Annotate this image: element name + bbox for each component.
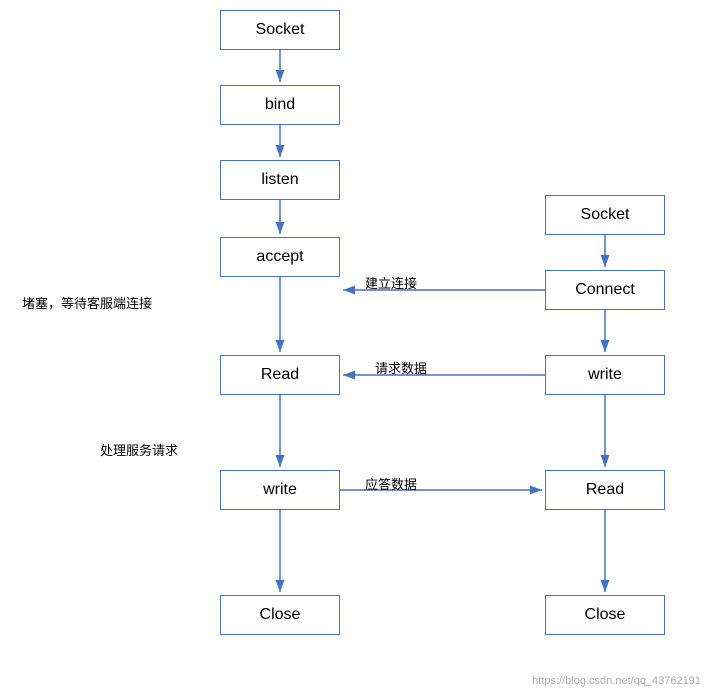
listen-box: listen [220,160,340,200]
bind-box: bind [220,85,340,125]
accept-box: accept [220,237,340,277]
socket-client-label: Socket [581,206,630,224]
read-client-label: Read [586,481,624,499]
socket-client-box: Socket [545,195,665,235]
read-server-box: Read [220,355,340,395]
socket-server-label: Socket [256,21,305,39]
write-client-box: write [545,355,665,395]
connect-label: Connect [575,281,635,299]
socket-server-box: Socket [220,10,340,50]
establish-label: 建立连接 [365,273,417,292]
write-client-label: write [588,366,622,384]
blocking-label: 堵塞，等待客服端连接 [22,293,152,312]
request-label: 请求数据 [375,358,427,377]
connect-box: Connect [545,270,665,310]
close-client-box: Close [545,595,665,635]
close-server-box: Close [220,595,340,635]
close-server-label: Close [260,606,301,624]
write-server-box: write [220,470,340,510]
read-server-label: Read [261,366,299,384]
arrows-svg [0,0,709,695]
watermark: https://blog.csdn.net/qq_43762191 [532,675,701,687]
response-label: 应答数据 [365,474,417,493]
listen-label: listen [261,171,298,189]
accept-label: accept [256,248,303,266]
diagram: Socket bind listen accept Read write Clo… [0,0,709,695]
write-server-label: write [263,481,297,499]
close-client-label: Close [585,606,626,624]
process-label: 处理服务请求 [100,440,178,459]
bind-label: bind [265,96,295,114]
read-client-box: Read [545,470,665,510]
